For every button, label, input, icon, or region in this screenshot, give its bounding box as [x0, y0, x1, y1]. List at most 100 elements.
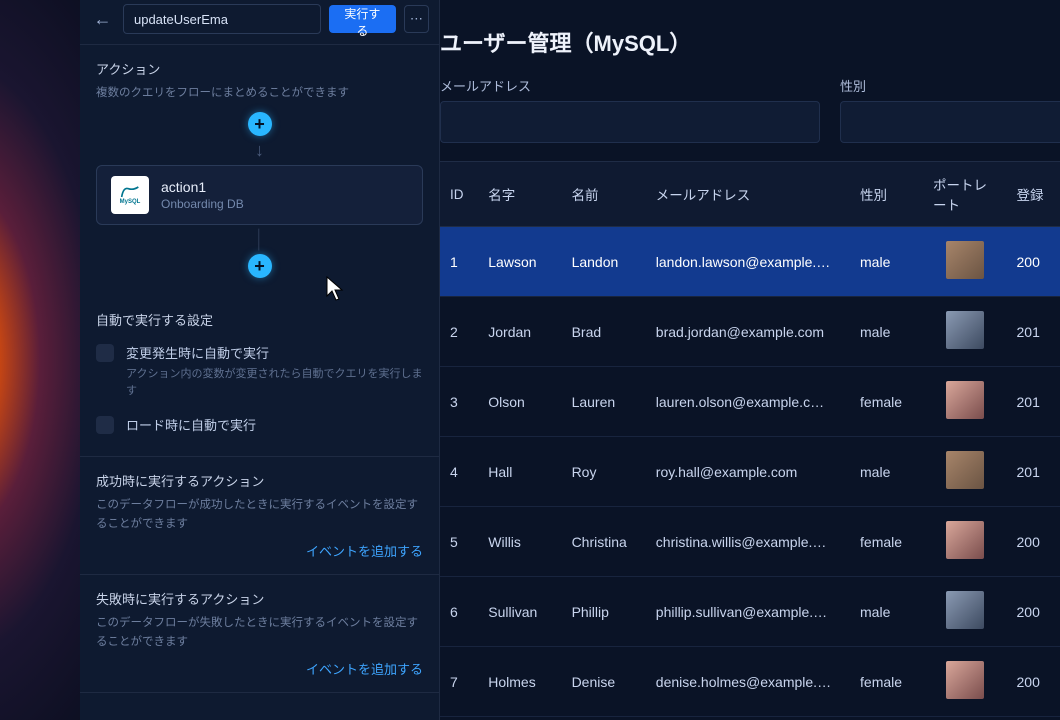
arrow-down-icon: ↓: [255, 140, 264, 161]
action-card-name: action1: [161, 179, 244, 195]
table-row[interactable]: 7HolmesDenisedenise.holmes@example.…fema…: [440, 647, 1060, 717]
action-card-action1[interactable]: MySQL action1 Onboarding DB: [96, 165, 423, 225]
desktop-wallpaper: [0, 0, 80, 720]
col-id[interactable]: ID: [440, 162, 478, 227]
cell-first: Christina: [562, 507, 646, 577]
cell-first: Lauren: [562, 367, 646, 437]
toggle-on-load-checkbox[interactable]: [96, 416, 114, 434]
col-gender[interactable]: 性別: [850, 162, 923, 227]
col-portrait[interactable]: ポートレート: [923, 162, 1007, 227]
filter-gender-input[interactable]: [840, 101, 1060, 143]
cell-registered: 200: [1007, 507, 1060, 577]
cell-registered: 200: [1007, 227, 1060, 297]
col-email[interactable]: メールアドレス: [646, 162, 850, 227]
auto-run-heading: 自動で実行する設定: [96, 310, 423, 329]
filter-email: メールアドレス: [440, 76, 820, 143]
action-card-sub: Onboarding DB: [161, 197, 244, 211]
cell-id: 8: [440, 717, 478, 720]
table-row[interactable]: 3OlsonLaurenlauren.olson@example.c…femal…: [440, 367, 1060, 437]
action-name-input[interactable]: [123, 4, 321, 34]
cell-gender: female: [850, 507, 923, 577]
filter-email-input[interactable]: [440, 101, 820, 143]
plus-icon: +: [254, 114, 265, 135]
cell-last: Sullivan: [478, 577, 561, 647]
col-last[interactable]: 名字: [478, 162, 561, 227]
cell-email: brad.jordan@example.com: [646, 297, 850, 367]
cell-email: denise.holmes@example.…: [646, 647, 850, 717]
table-row[interactable]: 1LawsonLandonlandon.lawson@example.…male…: [440, 227, 1060, 297]
success-section: 成功時に実行するアクション このデータフローが成功したときに実行するイベントを設…: [80, 457, 439, 575]
cell-first: Landon: [562, 227, 646, 297]
col-first[interactable]: 名前: [562, 162, 646, 227]
plus-icon: +: [254, 256, 265, 277]
table-row[interactable]: 6SullivanPhillipphillip.sullivan@example…: [440, 577, 1060, 647]
cell-id: 5: [440, 507, 478, 577]
cell-email: landon.lawson@example.…: [646, 227, 850, 297]
add-step-bottom-button[interactable]: +: [248, 254, 272, 278]
cell-last: Willis: [478, 507, 561, 577]
cell-registered: 201: [1007, 437, 1060, 507]
cell-last: Holmes: [478, 647, 561, 717]
back-button[interactable]: ←: [90, 5, 115, 33]
run-button[interactable]: 実行する: [329, 5, 396, 33]
cell-id: 1: [440, 227, 478, 297]
cell-id: 3: [440, 367, 478, 437]
success-add-event-link[interactable]: イベントを追加する: [306, 544, 423, 559]
table-row[interactable]: 2JordanBradbrad.jordan@example.commale20…: [440, 297, 1060, 367]
cell-gender: male: [850, 577, 923, 647]
avatar: [946, 661, 984, 699]
cell-portrait: [923, 717, 1007, 720]
table-row[interactable]: 8GeorgeSofiasofia.george@example.c…femal…: [440, 717, 1060, 720]
col-registered[interactable]: 登録: [1007, 162, 1060, 227]
failure-add-event-link[interactable]: イベントを追加する: [306, 662, 423, 677]
cell-portrait: [923, 647, 1007, 717]
cell-gender: female: [850, 367, 923, 437]
cell-first: Sofia: [562, 717, 646, 720]
avatar: [946, 591, 984, 629]
cell-last: Jordan: [478, 297, 561, 367]
arrow-down-icon: │: [254, 229, 265, 250]
cell-email: sofia.george@example.c…: [646, 717, 850, 720]
cell-registered: 201: [1007, 717, 1060, 720]
success-heading: 成功時に実行するアクション: [96, 471, 423, 490]
filter-bar: メールアドレス 性別: [440, 76, 1060, 161]
failure-desc: このデータフローが失敗したときに実行するイベントを設定することができます: [96, 614, 423, 651]
auto-run-section: 自動で実行する設定 変更発生時に自動で実行 アクション内の変数が変更されたら自動…: [80, 296, 439, 457]
toggle-on-load: ロード時に自動で実行: [96, 407, 423, 442]
cell-id: 7: [440, 647, 478, 717]
cell-gender: male: [850, 227, 923, 297]
filter-gender: 性別: [840, 76, 1060, 143]
toggle-on-change: 変更発生時に自動で実行 アクション内の変数が変更されたら自動でクエリを実行します: [96, 335, 423, 407]
cell-portrait: [923, 507, 1007, 577]
table-row[interactable]: 4HallRoyroy.hall@example.commale201: [440, 437, 1060, 507]
cell-registered: 201: [1007, 297, 1060, 367]
toggle-on-change-checkbox[interactable]: [96, 344, 114, 362]
actions-section: アクション 複数のクエリをフローにまとめることができます: [80, 45, 439, 102]
actions-heading: アクション: [96, 59, 423, 78]
failure-section: 失敗時に実行するアクション このデータフローが失敗したときに実行するイベントを設…: [80, 575, 439, 693]
more-button[interactable]: ⋯: [404, 5, 429, 33]
toggle-on-load-label: ロード時に自動で実行: [126, 415, 256, 434]
cell-first: Roy: [562, 437, 646, 507]
avatar: [946, 241, 984, 279]
cell-last: Olson: [478, 367, 561, 437]
sidebar-topbar: ← 実行する ⋯: [80, 0, 439, 45]
cell-gender: male: [850, 297, 923, 367]
add-step-top-button[interactable]: +: [248, 112, 272, 136]
cell-gender: female: [850, 717, 923, 720]
mysql-icon: MySQL: [111, 176, 149, 214]
avatar: [946, 521, 984, 559]
cell-registered: 201: [1007, 367, 1060, 437]
cell-email: roy.hall@example.com: [646, 437, 850, 507]
arrow-left-icon: ←: [93, 9, 111, 30]
cell-portrait: [923, 297, 1007, 367]
cell-registered: 200: [1007, 647, 1060, 717]
cell-id: 6: [440, 577, 478, 647]
cell-last: Hall: [478, 437, 561, 507]
cell-registered: 200: [1007, 577, 1060, 647]
table-row[interactable]: 5WillisChristinachristina.willis@example…: [440, 507, 1060, 577]
failure-heading: 失敗時に実行するアクション: [96, 589, 423, 608]
cell-last: George: [478, 717, 561, 720]
cell-first: Denise: [562, 647, 646, 717]
avatar: [946, 381, 984, 419]
